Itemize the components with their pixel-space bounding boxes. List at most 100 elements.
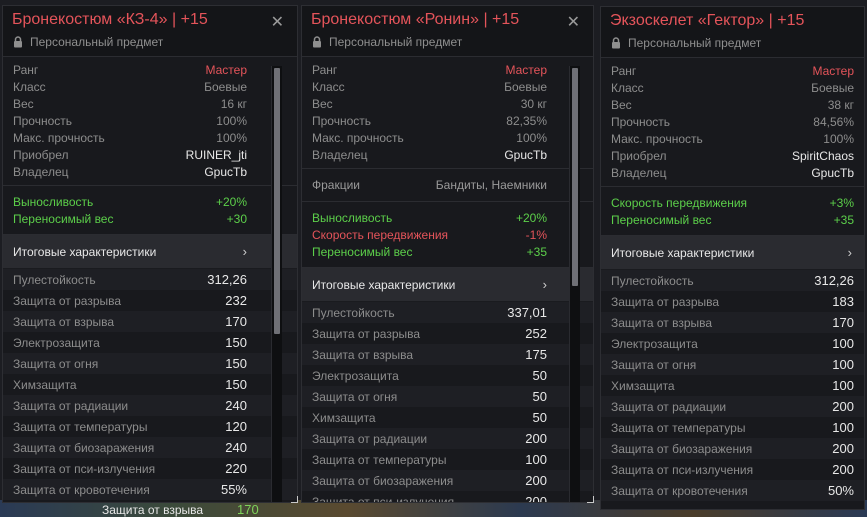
info-row: Вес 30 кг (302, 95, 593, 112)
stat-row: Защита от огня 100 (601, 354, 864, 375)
item-tooltip-2: Бронекостюм «Ронин» | +15 Персональный п… (301, 5, 594, 503)
stat-row: Защита от температуры 100 (302, 449, 593, 470)
info-row: Ранг Мастер (601, 62, 864, 79)
stat-row: Защита от взрыва 170 (601, 312, 864, 333)
bonus-value: +30 (226, 211, 247, 226)
summary-label: Итоговые характеристики (312, 277, 456, 292)
info-label: Ранг (312, 62, 338, 77)
stat-label: Пулестойкость (312, 305, 395, 320)
bonus-row: Переносимый вес +35 (601, 211, 864, 228)
info-value: 16 кг (220, 96, 247, 111)
info-label: Макс. прочность (13, 130, 105, 145)
info-value: 100% (516, 130, 547, 145)
info-row: Приобрел SpiritChaos (601, 147, 864, 164)
info-value: 38 кг (827, 97, 854, 112)
stat-value: 50 (532, 389, 547, 404)
bonus-label: Скорость передвижения (611, 195, 748, 210)
scrollbar[interactable] (569, 66, 580, 502)
scrollbar[interactable] (271, 66, 282, 502)
info-value: Мастер (505, 62, 547, 77)
info-label: Класс (312, 79, 345, 94)
info-row: Прочность 100% (3, 112, 297, 129)
info-row: Класс Боевые (601, 79, 864, 96)
bonus-label: Скорость передвижения (312, 227, 449, 242)
stat-label: Защита от радиации (13, 398, 129, 413)
bonus-row: Скорость передвижения -1% (302, 226, 593, 243)
stat-label: Защита от температуры (13, 419, 148, 434)
stat-value: 55% (220, 482, 247, 497)
info-section: Ранг Мастер Класс Боевые Вес 16 кг Прочн… (3, 57, 297, 186)
stat-label: Защита от пси-излучения (312, 494, 455, 503)
factions-section: Фракции Бандиты, Наемники (302, 169, 593, 202)
info-label: Владелец (13, 164, 69, 179)
corner-bracket (587, 496, 594, 503)
stat-label: Химзащита (611, 378, 675, 393)
stat-label: Защита от разрыва (13, 293, 122, 308)
bonus-value: +20% (215, 194, 247, 209)
stat-row: Защита от кровотечения 50% (601, 480, 864, 501)
stat-label: Защита от огня (13, 356, 99, 371)
bonus-value: +35 (526, 244, 547, 259)
info-section: Ранг Мастер Класс Боевые Вес 30 кг Прочн… (302, 57, 593, 169)
chevron-right-icon: › (847, 245, 852, 260)
bonus-row: Выносливость +20% (302, 209, 593, 226)
stat-row: Защита от разрыва 252 (302, 323, 593, 344)
close-icon[interactable]: ✕ (567, 15, 580, 31)
info-value: GpucTb (204, 164, 247, 179)
stat-label: Защита от кровотечения (611, 483, 748, 498)
info-value: 30 кг (520, 96, 547, 111)
stat-value: 150 (225, 356, 247, 371)
stat-value: 150 (225, 377, 247, 392)
stat-value: 100 (832, 336, 854, 351)
tooltip-header: Бронекостюм «КЗ-4» | +15 Персональный пр… (3, 6, 297, 57)
item-subtitle: Персональный предмет (13, 35, 163, 49)
info-label: Приобрел (611, 148, 667, 163)
stat-label: Защита от радиации (611, 399, 727, 414)
tooltip-header: Бронекостюм «Ронин» | +15 Персональный п… (302, 6, 593, 57)
summary-expander[interactable]: Итоговые характеристики › (3, 235, 297, 269)
bonus-row: Выносливость +20% (3, 193, 297, 210)
bonus-section: Выносливость +20% Переносимый вес +30 (3, 186, 297, 235)
info-label: Класс (13, 79, 46, 94)
stat-row: Защита от кровотечения 55% (3, 479, 297, 500)
info-label: Макс. прочность (312, 130, 404, 145)
stat-label: Пулестойкость (611, 273, 694, 288)
bonus-section: Скорость передвижения +3% Переносимый ве… (601, 187, 864, 236)
stat-row: Электрозащита 100 (601, 333, 864, 354)
bonus-row: Скорость передвижения +3% (601, 194, 864, 211)
stat-row: Защита от пси-излучения 200 (601, 459, 864, 480)
stat-label: Защита от разрыва (312, 326, 421, 341)
info-label: Вес (13, 96, 34, 111)
info-row: Владелец GpucTb (302, 146, 593, 163)
info-section: Ранг Мастер Класс Боевые Вес 38 кг Прочн… (601, 58, 864, 187)
stat-row: Защита от биозаражения 200 (601, 438, 864, 459)
info-row: Класс Боевые (302, 78, 593, 95)
stat-row: Защита от пси-излучения 220 (3, 458, 297, 479)
scrollbar-thumb[interactable] (274, 68, 280, 334)
stat-row: Электрозащита 150 (3, 332, 297, 353)
info-row: Прочность 82,35% (302, 112, 593, 129)
stat-row: Защита от огня 50 (302, 386, 593, 407)
item-subtitle: Персональный предмет (312, 35, 462, 49)
info-label: Ранг (13, 62, 39, 77)
stat-row: Химзащита 150 (3, 374, 297, 395)
info-value: Боевые (204, 79, 247, 94)
summary-expander[interactable]: Итоговые характеристики › (601, 236, 864, 270)
stat-value: 200 (832, 399, 854, 414)
stat-value: 252 (525, 326, 547, 341)
info-row: Владелец GpucTb (601, 164, 864, 181)
info-value: 84,56% (813, 114, 854, 129)
stat-value: 220 (225, 461, 247, 476)
stat-value: 100 (832, 357, 854, 372)
stat-row: Защита от разрыва 232 (3, 290, 297, 311)
info-row: Макс. прочность 100% (302, 129, 593, 146)
info-label: Класс (611, 80, 644, 95)
summary-expander[interactable]: Итоговые характеристики › (302, 268, 593, 302)
stat-value: 100 (832, 420, 854, 435)
info-label: Вес (312, 96, 333, 111)
info-value: 82,35% (506, 113, 547, 128)
item-tooltip-3: Экзоскелет «Гектор» | +15 Персональный п… (600, 6, 865, 510)
stat-value: 100 (832, 378, 854, 393)
close-icon[interactable]: ✕ (271, 15, 284, 31)
scrollbar-thumb[interactable] (572, 68, 578, 286)
